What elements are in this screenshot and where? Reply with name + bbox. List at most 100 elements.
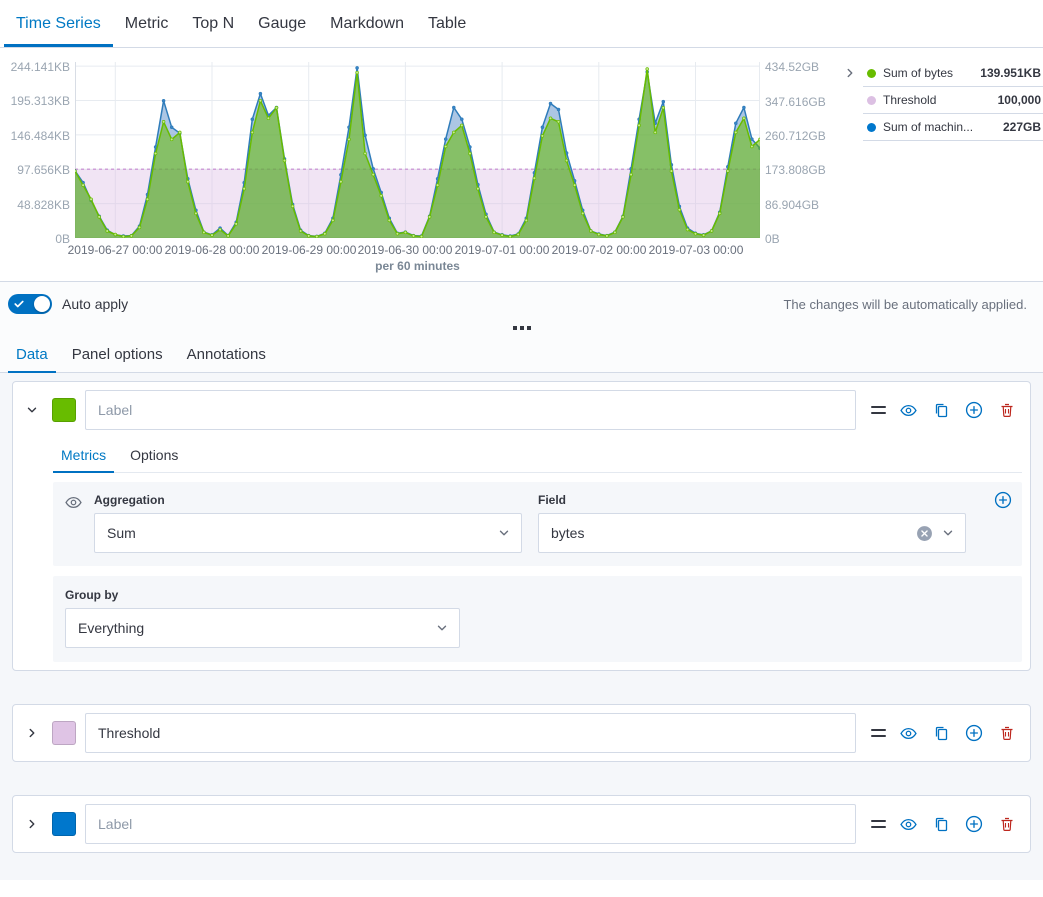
add-series-button[interactable] xyxy=(963,721,985,745)
trash-icon xyxy=(999,816,1015,832)
data-tab-content: Metrics Options Aggregation Sum Field xyxy=(0,373,1043,880)
aggregation-label: Aggregation xyxy=(94,493,522,507)
drag-handle-icon[interactable] xyxy=(871,820,886,828)
plus-circle-icon xyxy=(965,724,983,742)
auto-apply-row: Auto apply The changes will be automatic… xyxy=(0,282,1043,322)
y-axis-tick-label: 0B xyxy=(765,232,839,246)
eye-icon xyxy=(900,725,917,742)
clear-field-button[interactable] xyxy=(916,525,933,545)
tab-time-series[interactable]: Time Series xyxy=(4,0,113,47)
legend-collapse-button[interactable] xyxy=(839,66,861,80)
chart-plot-area[interactable] xyxy=(75,62,760,238)
series-color-swatch[interactable] xyxy=(52,721,76,745)
legend-dot xyxy=(867,69,876,78)
drag-handle-icon[interactable] xyxy=(871,406,886,414)
legend-value: 227GB xyxy=(1003,120,1041,134)
toggle-knob xyxy=(34,296,50,312)
series-color-swatch[interactable] xyxy=(52,398,76,422)
editor-tabs: Data Panel options Annotations xyxy=(0,336,1043,373)
field-combobox[interactable]: bytes xyxy=(538,513,966,553)
group-by-label: Group by xyxy=(65,588,1010,602)
chevron-down-icon xyxy=(497,526,511,543)
delete-series-button[interactable] xyxy=(996,398,1018,422)
auto-apply-hint: The changes will be automatically applie… xyxy=(783,297,1027,312)
legend-item-sum-of-machine[interactable]: Sum of machin... 227GB xyxy=(863,114,1043,141)
eye-icon xyxy=(900,816,917,833)
trash-icon xyxy=(999,402,1015,418)
tab-top-n[interactable]: Top N xyxy=(180,0,246,47)
copy-icon xyxy=(933,402,949,418)
y-axis-tick-label: 146.484KB xyxy=(0,129,70,143)
y-axis-tick-label: 244.141KB xyxy=(0,60,70,74)
toggle-series-visibility-button[interactable] xyxy=(897,812,919,836)
legend-item-threshold[interactable]: Threshold 100,000 xyxy=(863,87,1043,114)
series-color-swatch[interactable] xyxy=(52,812,76,836)
drag-dots-icon xyxy=(513,326,531,330)
chevron-down-icon xyxy=(941,526,955,543)
trash-icon xyxy=(999,725,1015,741)
plus-circle-icon xyxy=(965,815,983,833)
x-axis-tick-label: 2019-06-27 00:00 xyxy=(68,243,163,257)
chevron-right-icon xyxy=(25,817,39,831)
y-axis-tick-label: 0B xyxy=(0,232,70,246)
series-label-input[interactable] xyxy=(85,713,856,753)
clone-series-button[interactable] xyxy=(930,721,952,745)
tab-panel-options[interactable]: Panel options xyxy=(64,336,171,373)
y-axis-tick-label: 195.313KB xyxy=(0,94,70,108)
clear-circle-icon xyxy=(916,525,933,542)
copy-icon xyxy=(933,725,949,741)
add-metric-button[interactable] xyxy=(994,491,1012,512)
eye-icon xyxy=(65,494,82,511)
legend-item-sum-of-bytes[interactable]: Sum of bytes 139.951KB xyxy=(863,60,1043,87)
group-by-row: Group by Everything xyxy=(53,576,1022,662)
y-axis-tick-label: 97.656KB xyxy=(0,163,70,177)
x-axis-tick-label: 2019-07-02 00:00 xyxy=(552,243,647,257)
legend-label: Sum of bytes xyxy=(883,66,973,80)
toggle-series-visibility-button[interactable] xyxy=(897,398,919,422)
tab-markdown[interactable]: Markdown xyxy=(318,0,416,47)
clone-series-button[interactable] xyxy=(930,398,952,422)
x-axis-tick-label: 2019-07-01 00:00 xyxy=(455,243,550,257)
tab-gauge[interactable]: Gauge xyxy=(246,0,318,47)
tab-metric[interactable]: Metric xyxy=(113,0,181,47)
y-axis-tick-label: 48.828KB xyxy=(0,198,70,212)
chevron-right-icon xyxy=(843,66,857,80)
auto-apply-toggle[interactable] xyxy=(8,294,52,314)
check-icon xyxy=(14,299,24,309)
tab-options[interactable]: Options xyxy=(122,438,186,473)
toggle-series-visibility-button[interactable] xyxy=(897,721,919,745)
x-axis-tick-label: 2019-06-29 00:00 xyxy=(262,243,357,257)
add-series-button[interactable] xyxy=(963,398,985,422)
x-axis-tick-label: 2019-07-03 00:00 xyxy=(649,243,744,257)
aggregation-select[interactable]: Sum xyxy=(94,513,522,553)
delete-series-button[interactable] xyxy=(996,812,1018,836)
collapse-series-button[interactable] xyxy=(21,398,43,422)
tab-data[interactable]: Data xyxy=(8,336,56,373)
delete-series-button[interactable] xyxy=(996,721,1018,745)
eye-icon xyxy=(900,402,917,419)
field-value: bytes xyxy=(551,525,584,541)
group-by-value: Everything xyxy=(78,620,144,636)
expand-series-button[interactable] xyxy=(21,812,43,836)
metric-visibility-icon[interactable] xyxy=(65,493,82,553)
x-axis-tick-label: 2019-06-30 00:00 xyxy=(358,243,453,257)
series-panel-2 xyxy=(12,704,1031,762)
visualization-type-tabs: Time Series Metric Top N Gauge Markdown … xyxy=(0,0,1043,48)
chart-legend: Sum of bytes 139.951KB Threshold 100,000… xyxy=(863,60,1043,141)
metric-row: Aggregation Sum Field bytes xyxy=(53,482,1022,566)
auto-apply-label: Auto apply xyxy=(62,296,128,312)
clone-series-button[interactable] xyxy=(930,812,952,836)
series-label-input[interactable] xyxy=(85,390,856,430)
group-by-select[interactable]: Everything xyxy=(65,608,460,648)
time-series-visualization: 244.141KB 195.313KB 146.484KB 97.656KB 48.82… xyxy=(0,48,1043,282)
editor-resize-handle[interactable] xyxy=(0,322,1043,336)
tab-metrics[interactable]: Metrics xyxy=(53,438,114,473)
drag-handle-icon[interactable] xyxy=(871,729,886,737)
tab-table[interactable]: Table xyxy=(416,0,478,47)
expand-series-button[interactable] xyxy=(21,721,43,745)
plus-circle-icon xyxy=(994,491,1012,509)
chevron-down-icon xyxy=(25,403,39,417)
tab-annotations[interactable]: Annotations xyxy=(179,336,274,373)
series-label-input[interactable] xyxy=(85,804,856,844)
add-series-button[interactable] xyxy=(963,812,985,836)
